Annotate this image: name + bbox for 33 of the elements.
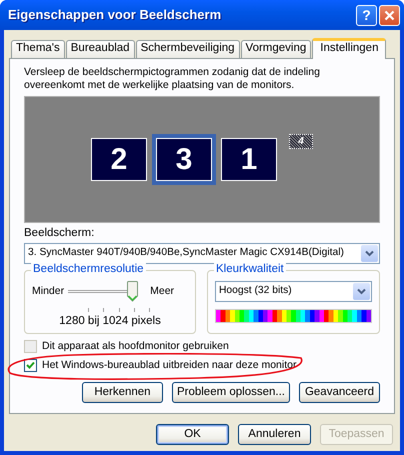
caret-icon (357, 288, 366, 295)
help-button[interactable]: ? (356, 4, 377, 26)
display-dropdown[interactable]: 3. SyncMaster 940T/940B/940Be,SyncMaster Magic CX914B(Digital) (24, 242, 380, 264)
panel-button[interactable]: Herkennen (82, 382, 163, 403)
close-button[interactable] (379, 4, 400, 26)
panel-button[interactable]: Probleem oplossen... (172, 382, 290, 403)
tab[interactable]: Instellingen (312, 38, 386, 59)
dialog-button: Toepassen (320, 424, 393, 445)
dialog-button[interactable]: OK (156, 424, 229, 445)
window-title: Eigenschappen voor Beeldscherm (7, 7, 222, 23)
slider-thumb[interactable] (127, 280, 138, 302)
dialog-button[interactable]: Annuleren (238, 424, 311, 445)
color-quality-dropdown[interactable]: Hoogst (32 bits) (215, 280, 372, 302)
caret-icon (365, 250, 374, 257)
slider-min-label: Minder (32, 285, 64, 298)
display-label: Beeldscherm: (24, 227, 96, 241)
checkbox-label: Het Windows-bureaublad uitbreiden naar deze monitor (42, 359, 296, 372)
checkbox[interactable] (24, 358, 37, 372)
tab[interactable]: Schermbeveiliging (136, 40, 240, 58)
checkbox-label: Dit apparaat als hoofdmonitor gebruiken (42, 340, 229, 353)
close-icon (384, 10, 395, 20)
tab[interactable]: Vormgeving (240, 40, 312, 58)
checkmark-icon (26, 361, 35, 370)
tab[interactable]: Bureaublad (66, 40, 135, 58)
instruction-text: Versleep de beeldschermpictogrammen zodanig dat de indeling overeenkomt met de werkelijke plaatsing van de monitors. (24, 66, 321, 92)
panel-button[interactable]: Geavanceerd (299, 382, 380, 403)
monitor-tile[interactable]: 4 (289, 134, 313, 149)
tab[interactable]: Thema's (11, 40, 65, 58)
monitor-tile[interactable]: 3 (152, 134, 216, 185)
resolution-reading: 1280 bij 1024 pixels (58, 314, 162, 329)
monitor-tile[interactable]: 2 (91, 138, 147, 181)
slider-max-label: Meer (150, 285, 174, 298)
monitor-tile[interactable]: 1 (221, 138, 277, 181)
